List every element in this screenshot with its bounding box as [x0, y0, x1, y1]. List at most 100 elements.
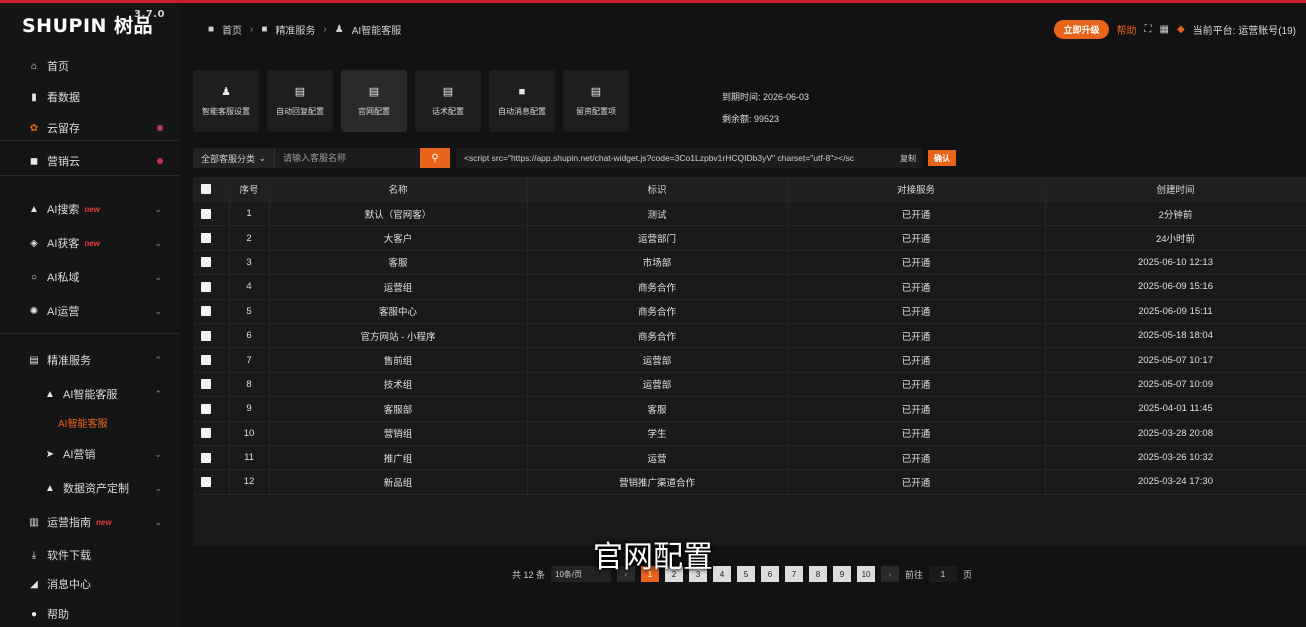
page-number-button[interactable]: 8 — [809, 566, 828, 582]
row-checkbox[interactable] — [193, 250, 230, 276]
config-card[interactable]: ▤ 自动回复配置 — [267, 70, 333, 132]
config-card[interactable]: ■ 自动消息配置 — [489, 70, 555, 132]
table-row[interactable]: 6 官方网站 - 小程序 商务合作 已开通 2025-05-18 18:04 — [193, 323, 1306, 349]
embed-code-field[interactable]: <script src="https://app.shupin.net/chat… — [456, 148, 894, 168]
table-row[interactable]: 12 新品组 营销推广渠道合作 已开通 2025-03-24 17:30 — [193, 469, 1306, 495]
page-number-button[interactable]: 4 — [713, 566, 732, 582]
table-row[interactable]: 8 技术组 运营部 已开通 2025-05-07 10:09 — [193, 372, 1306, 398]
row-checkbox[interactable] — [193, 201, 230, 227]
chevron-up-icon[interactable]: ⌃ — [154, 355, 162, 366]
row-checkbox[interactable] — [193, 372, 230, 398]
row-checkbox[interactable] — [193, 225, 230, 251]
category-select[interactable]: 全部客服分类 ⌄ — [193, 148, 275, 168]
row-checkbox[interactable] — [193, 299, 230, 324]
table-row[interactable]: 9 客服部 客服 已开通 2025-04-01 11:45 — [193, 396, 1306, 422]
sidebar-item[interactable]: ● 帮助 — [0, 603, 180, 625]
table-cell: 运营部 — [527, 347, 788, 373]
chevron-up-icon[interactable]: ⌃ — [154, 389, 162, 400]
prev-page-button[interactable]: ‹ — [617, 566, 636, 582]
goto-page-input[interactable]: 1 — [929, 566, 958, 582]
chevron-down-icon[interactable]: ⌄ — [154, 306, 162, 317]
row-checkbox[interactable] — [193, 421, 230, 446]
page-number-button[interactable]: 10 — [857, 566, 876, 582]
sidebar-item[interactable]: ▮ 看数据 — [0, 86, 180, 108]
row-checkbox[interactable] — [193, 445, 230, 471]
sidebar-divider — [0, 175, 180, 176]
sidebar-item[interactable]: ▤ 精准服务 ⌃ — [0, 349, 180, 371]
config-cards: ♟ 智能客服设置 ▤ 自动回复配置 ▤ 官网配置 ▤ 话术配置 ■ 自动消息配置 ▤ 留资配置项 — [193, 70, 629, 132]
table-row[interactable]: 4 运营组 商务合作 已开通 2025-06-09 15:16 — [193, 274, 1306, 300]
expiry-date: 到期时间: 2026-06-03 — [722, 92, 810, 102]
sidebar-item[interactable]: ▥ 运营指南 new ⌄ — [0, 511, 180, 533]
search-button[interactable]: ⚲ — [420, 148, 450, 168]
sidebar-item[interactable]: ➤ AI营销 ⌄ — [0, 443, 180, 465]
chevron-down-icon[interactable]: ⌄ — [154, 204, 162, 215]
chevron-down-icon[interactable]: ⌄ — [154, 238, 162, 249]
table-row[interactable]: 3 客服 市场部 已开通 2025-06-10 12:13 — [193, 250, 1306, 276]
search-input[interactable] — [275, 148, 420, 168]
page-number-button[interactable]: 3 — [689, 566, 708, 582]
help-link[interactable]: 帮助 — [1117, 22, 1137, 37]
sidebar-item[interactable]: ○ AI私域 ⌄ — [0, 266, 180, 288]
config-card[interactable]: ♟ 智能客服设置 — [193, 70, 259, 132]
upgrade-button[interactable]: 立即升级 — [1054, 20, 1109, 39]
sidebar-item[interactable]: ▲ AI搜索 new ⌄ — [0, 198, 180, 220]
sidebar-item[interactable]: ◼ 营销云 — [0, 150, 180, 172]
config-card[interactable]: ▤ 官网配置 — [341, 70, 407, 132]
config-card-label: 话术配置 — [432, 106, 464, 116]
row-checkbox[interactable] — [193, 274, 230, 300]
page-number-button[interactable]: 2 — [665, 566, 684, 582]
fullscreen-icon[interactable]: ⛶ — [1145, 24, 1152, 35]
row-checkbox[interactable] — [193, 323, 230, 349]
page-number-button[interactable]: 6 — [761, 566, 780, 582]
table-row[interactable]: 2 大客户 运营部门 已开通 24小时前 — [193, 225, 1306, 251]
config-card[interactable]: ▤ 留资配置项 — [563, 70, 629, 132]
table-row[interactable]: 11 推广组 运营 已开通 2025-03-26 10:32 — [193, 445, 1306, 471]
row-checkbox[interactable] — [193, 347, 230, 373]
table-row[interactable]: 5 客服中心 商务合作 已开通 2025-06-09 15:11 — [193, 299, 1306, 324]
row-checkbox[interactable] — [193, 469, 230, 495]
expiry-info: 到期时间: 2026-06-03 剩余额: 99523 — [722, 86, 809, 130]
column-header: 序号 — [229, 177, 270, 202]
table-cell: 2025-05-07 10:09 — [1045, 372, 1306, 398]
select-all-checkbox[interactable] — [193, 177, 230, 202]
sidebar-item[interactable]: ⤓ 软件下载 — [0, 544, 180, 566]
table-header-row: 序号 名称 标识 对接服务 创建时间 — [193, 177, 1306, 202]
chevron-down-icon[interactable]: ⌄ — [154, 517, 162, 528]
platform-switcher[interactable]: 当前平台: 运营账号(19) — [1193, 22, 1296, 37]
chevron-down-icon[interactable]: ⌄ — [154, 272, 162, 283]
page-number-button[interactable]: 7 — [785, 566, 804, 582]
sidebar-item[interactable]: ▲ 数据资产定制 ⌄ — [0, 477, 180, 499]
sidebar-item-label: 数据资产定制 — [63, 483, 129, 495]
table-row[interactable]: 7 售前组 运营部 已开通 2025-05-07 10:17 — [193, 347, 1306, 373]
sidebar-item[interactable]: ✿ 云留存 — [0, 117, 180, 139]
config-card[interactable]: ▤ 话术配置 — [415, 70, 481, 132]
chevron-down-icon[interactable]: ⌄ — [154, 483, 162, 494]
page-number-button[interactable]: 5 — [737, 566, 756, 582]
table-cell: 售前组 — [269, 347, 528, 373]
copy-button[interactable]: 复制 — [894, 148, 922, 168]
chevron-down-icon[interactable]: ⌄ — [154, 449, 162, 460]
sidebar-item[interactable]: ✺ AI运营 ⌄ — [0, 300, 180, 322]
sidebar-item[interactable]: AI智能客服 — [0, 411, 180, 433]
sidebar-item[interactable]: ⌂ 首页 — [0, 55, 180, 77]
table-cell: 学生 — [527, 421, 788, 446]
page-number-button[interactable]: 9 — [833, 566, 852, 582]
grid-icon[interactable]: ▦ — [1160, 24, 1169, 35]
table-row[interactable]: 1 默认（官网客） 测试 已开通 2分钟前 — [193, 201, 1306, 227]
row-checkbox[interactable] — [193, 396, 230, 422]
table-row[interactable]: 10 营销组 学生 已开通 2025-03-28 20:08 — [193, 421, 1306, 446]
confirm-button[interactable]: 确认 — [928, 150, 956, 166]
table-cell: 2025-05-07 10:17 — [1045, 347, 1306, 373]
breadcrumb-item[interactable]: AI智能客服 — [352, 22, 401, 37]
page-number-button[interactable]: 1 — [641, 566, 660, 582]
page-size-select[interactable]: 10条/页 — [551, 566, 612, 582]
sidebar-item[interactable]: ◈ AI获客 new ⌄ — [0, 232, 180, 254]
sidebar-item[interactable]: ▲ AI智能客服 ⌃ — [0, 383, 180, 405]
breadcrumb-item[interactable]: 精准服务 — [275, 22, 315, 37]
breadcrumb-item[interactable]: 首页 — [222, 22, 242, 37]
logo[interactable]: SHUPIN 树品 3.7.0 — [22, 9, 164, 38]
config-card-label: 智能客服设置 — [202, 106, 250, 116]
sidebar-item[interactable]: ◢ 消息中心 — [0, 573, 180, 595]
next-page-button[interactable]: › — [881, 566, 900, 582]
